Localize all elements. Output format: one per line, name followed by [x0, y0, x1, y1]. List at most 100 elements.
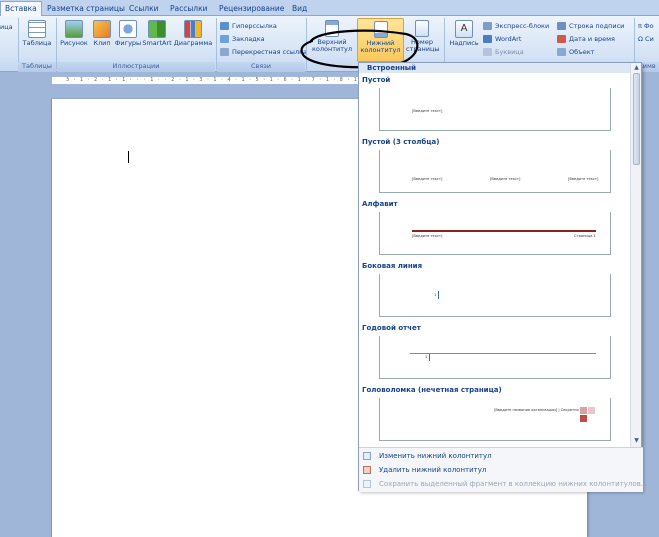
quickparts-button[interactable]: Экспресс-блоки	[483, 21, 549, 31]
annual-rule	[410, 353, 596, 354]
page-number-button[interactable]: Номер страницы	[406, 20, 440, 53]
calendar-icon	[557, 35, 566, 43]
hyperlink-button[interactable]: Гиперссылка	[220, 21, 277, 31]
smartart-icon	[148, 20, 166, 38]
symbol-button[interactable]: Ω Си	[638, 34, 654, 44]
footer-option-puzzle[interactable]: [Введите название организации] | Секретн…	[379, 398, 611, 441]
menu-remove-footer-label: Удалить нижний колонтитул	[379, 466, 487, 474]
crossref-label: Перекрестная ссылка	[232, 48, 307, 56]
tab-mailings[interactable]: Рассылки	[166, 2, 212, 16]
datetime-label: Дата и время	[569, 35, 615, 43]
footer-label-line2: колонтитул	[360, 46, 401, 54]
bookmark-label: Закладка	[232, 35, 265, 43]
footer-option-title: Алфавит	[362, 200, 398, 208]
footer-option-blank-3-columns[interactable]: [Введите текст] [Введите текст] [Введите…	[379, 150, 611, 193]
header-label-line2: колонтитул	[311, 45, 353, 53]
shapes-button[interactable]: Фигуры	[114, 20, 142, 47]
footer-option-sideline[interactable]: 1	[379, 274, 611, 317]
smartart-button[interactable]: SmartArt	[142, 20, 172, 47]
puzzle-square	[580, 407, 587, 414]
crossref-icon	[220, 48, 229, 56]
scroll-up-arrow-icon[interactable]: ▲	[632, 64, 641, 72]
wordart-button[interactable]: WordArt	[483, 34, 521, 44]
crossref-button[interactable]: Перекрестная ссылка	[220, 47, 307, 57]
tab-page-layout[interactable]: Разметка страницы	[43, 2, 129, 16]
object-button[interactable]: Объект	[557, 47, 594, 57]
menu-save-selection-to-gallery[interactable]: Сохранить выделенный фрагмент в коллекци…	[359, 478, 647, 490]
header-button[interactable]: Верхний колонтитул	[309, 20, 355, 53]
footer-menu: Изменить нижний колонтитул Удалить нижни…	[359, 447, 647, 492]
puzzle-square	[588, 407, 595, 414]
quickparts-icon	[483, 22, 492, 30]
group-label-tables: Таблицы	[18, 62, 56, 72]
text-cursor	[128, 151, 129, 163]
placeholder-text: [Введите название организации] | Секретн…	[494, 408, 579, 412]
textbox-button[interactable]: A Надпись	[448, 20, 480, 47]
page-number-icon	[415, 20, 429, 37]
tab-insert[interactable]: Вставка	[0, 1, 42, 17]
annual-marker	[429, 354, 430, 361]
edit-footer-icon	[363, 452, 371, 460]
signature-icon	[557, 22, 566, 30]
signature-line-button[interactable]: Строка подписи	[557, 21, 624, 31]
footer-icon	[373, 21, 388, 38]
placeholder-text: [Введите текст]	[568, 177, 599, 181]
picture-label: Рисунок	[60, 39, 88, 47]
footer-option-title: Пустой (3 столбца)	[362, 138, 440, 146]
chart-button[interactable]: Диаграмма	[172, 20, 214, 47]
side-line	[438, 291, 439, 299]
footer-option-blank[interactable]: [Введите текст]	[379, 88, 611, 131]
scroll-down-arrow-icon[interactable]: ▼	[632, 437, 641, 445]
dropcap-button[interactable]: Буквица	[483, 47, 524, 57]
hyperlink-icon	[220, 22, 229, 30]
menu-save-selection-label: Сохранить выделенный фрагмент в коллекци…	[379, 480, 648, 488]
placeholder-text: [Введите текст]	[490, 177, 521, 181]
footer-option-alphabet[interactable]: [Введите текст] Страница 1	[379, 212, 611, 255]
scrollbar-thumb[interactable]	[633, 73, 640, 165]
page-number-text: 1	[425, 355, 428, 359]
placeholder-text: [Введите текст]	[412, 177, 443, 181]
ribbon-tabs: Вставка Разметка страницы Ссылки Рассылк…	[0, 0, 659, 17]
picture-icon	[65, 20, 83, 38]
dropcap-icon	[483, 48, 492, 56]
page-number-label-line2: страницы	[406, 45, 440, 53]
save-to-gallery-icon	[363, 480, 371, 488]
formula-label: Фо	[643, 22, 654, 30]
formula-button[interactable]: π Фо	[638, 21, 654, 31]
table-button[interactable]: Таблица	[21, 20, 53, 47]
wordart-label: WordArt	[495, 35, 522, 43]
datetime-button[interactable]: Дата и время	[557, 34, 615, 44]
menu-edit-footer-label: Изменить нижний колонтитул	[379, 452, 492, 460]
object-icon	[557, 48, 566, 56]
footer-button[interactable]: Нижний колонтитул	[357, 18, 404, 62]
menu-remove-footer[interactable]: Удалить нижний колонтитул	[359, 464, 643, 476]
signature-label: Строка подписи	[569, 22, 625, 30]
picture-button[interactable]: Рисунок	[59, 20, 89, 47]
group-label-illustrations: Иллюстрации	[57, 62, 215, 72]
tab-review[interactable]: Рецензирование	[215, 2, 288, 16]
clip-button[interactable]: Клип	[91, 20, 113, 47]
header-icon	[325, 20, 339, 37]
omega-icon: Ω	[638, 35, 646, 43]
textbox-icon: A	[455, 20, 473, 38]
clip-label: Клип	[93, 39, 111, 47]
symbol-label: Си	[645, 35, 654, 43]
alphabet-rule	[412, 230, 596, 232]
footer-option-title: Боковая линия	[362, 262, 423, 270]
page-number-text: Страница 1	[574, 234, 596, 238]
textbox-label: Надпись	[449, 39, 479, 47]
placeholder-text: [Введите текст]	[412, 109, 443, 113]
puzzle-square	[580, 415, 587, 422]
gallery-scrollbar[interactable]: ▲ ▼	[630, 63, 641, 447]
gallery-section-header: Встроенный	[359, 63, 631, 73]
horizontal-ruler[interactable]: 3 · 1 · 2 · 1 · 1 · · · 1 · · 2 · 1 · 3 …	[51, 76, 466, 85]
bookmark-button[interactable]: Закладка	[220, 34, 265, 44]
dropcap-label: Буквица	[495, 48, 524, 56]
chart-icon	[184, 20, 202, 38]
menu-edit-footer[interactable]: Изменить нижний колонтитул	[359, 450, 643, 462]
table-icon	[28, 20, 46, 38]
tab-view[interactable]: Вид	[288, 2, 311, 16]
bookmark-icon	[220, 35, 229, 43]
tab-references[interactable]: Ссылки	[125, 2, 162, 16]
footer-option-annual-report[interactable]: 1	[379, 336, 611, 379]
